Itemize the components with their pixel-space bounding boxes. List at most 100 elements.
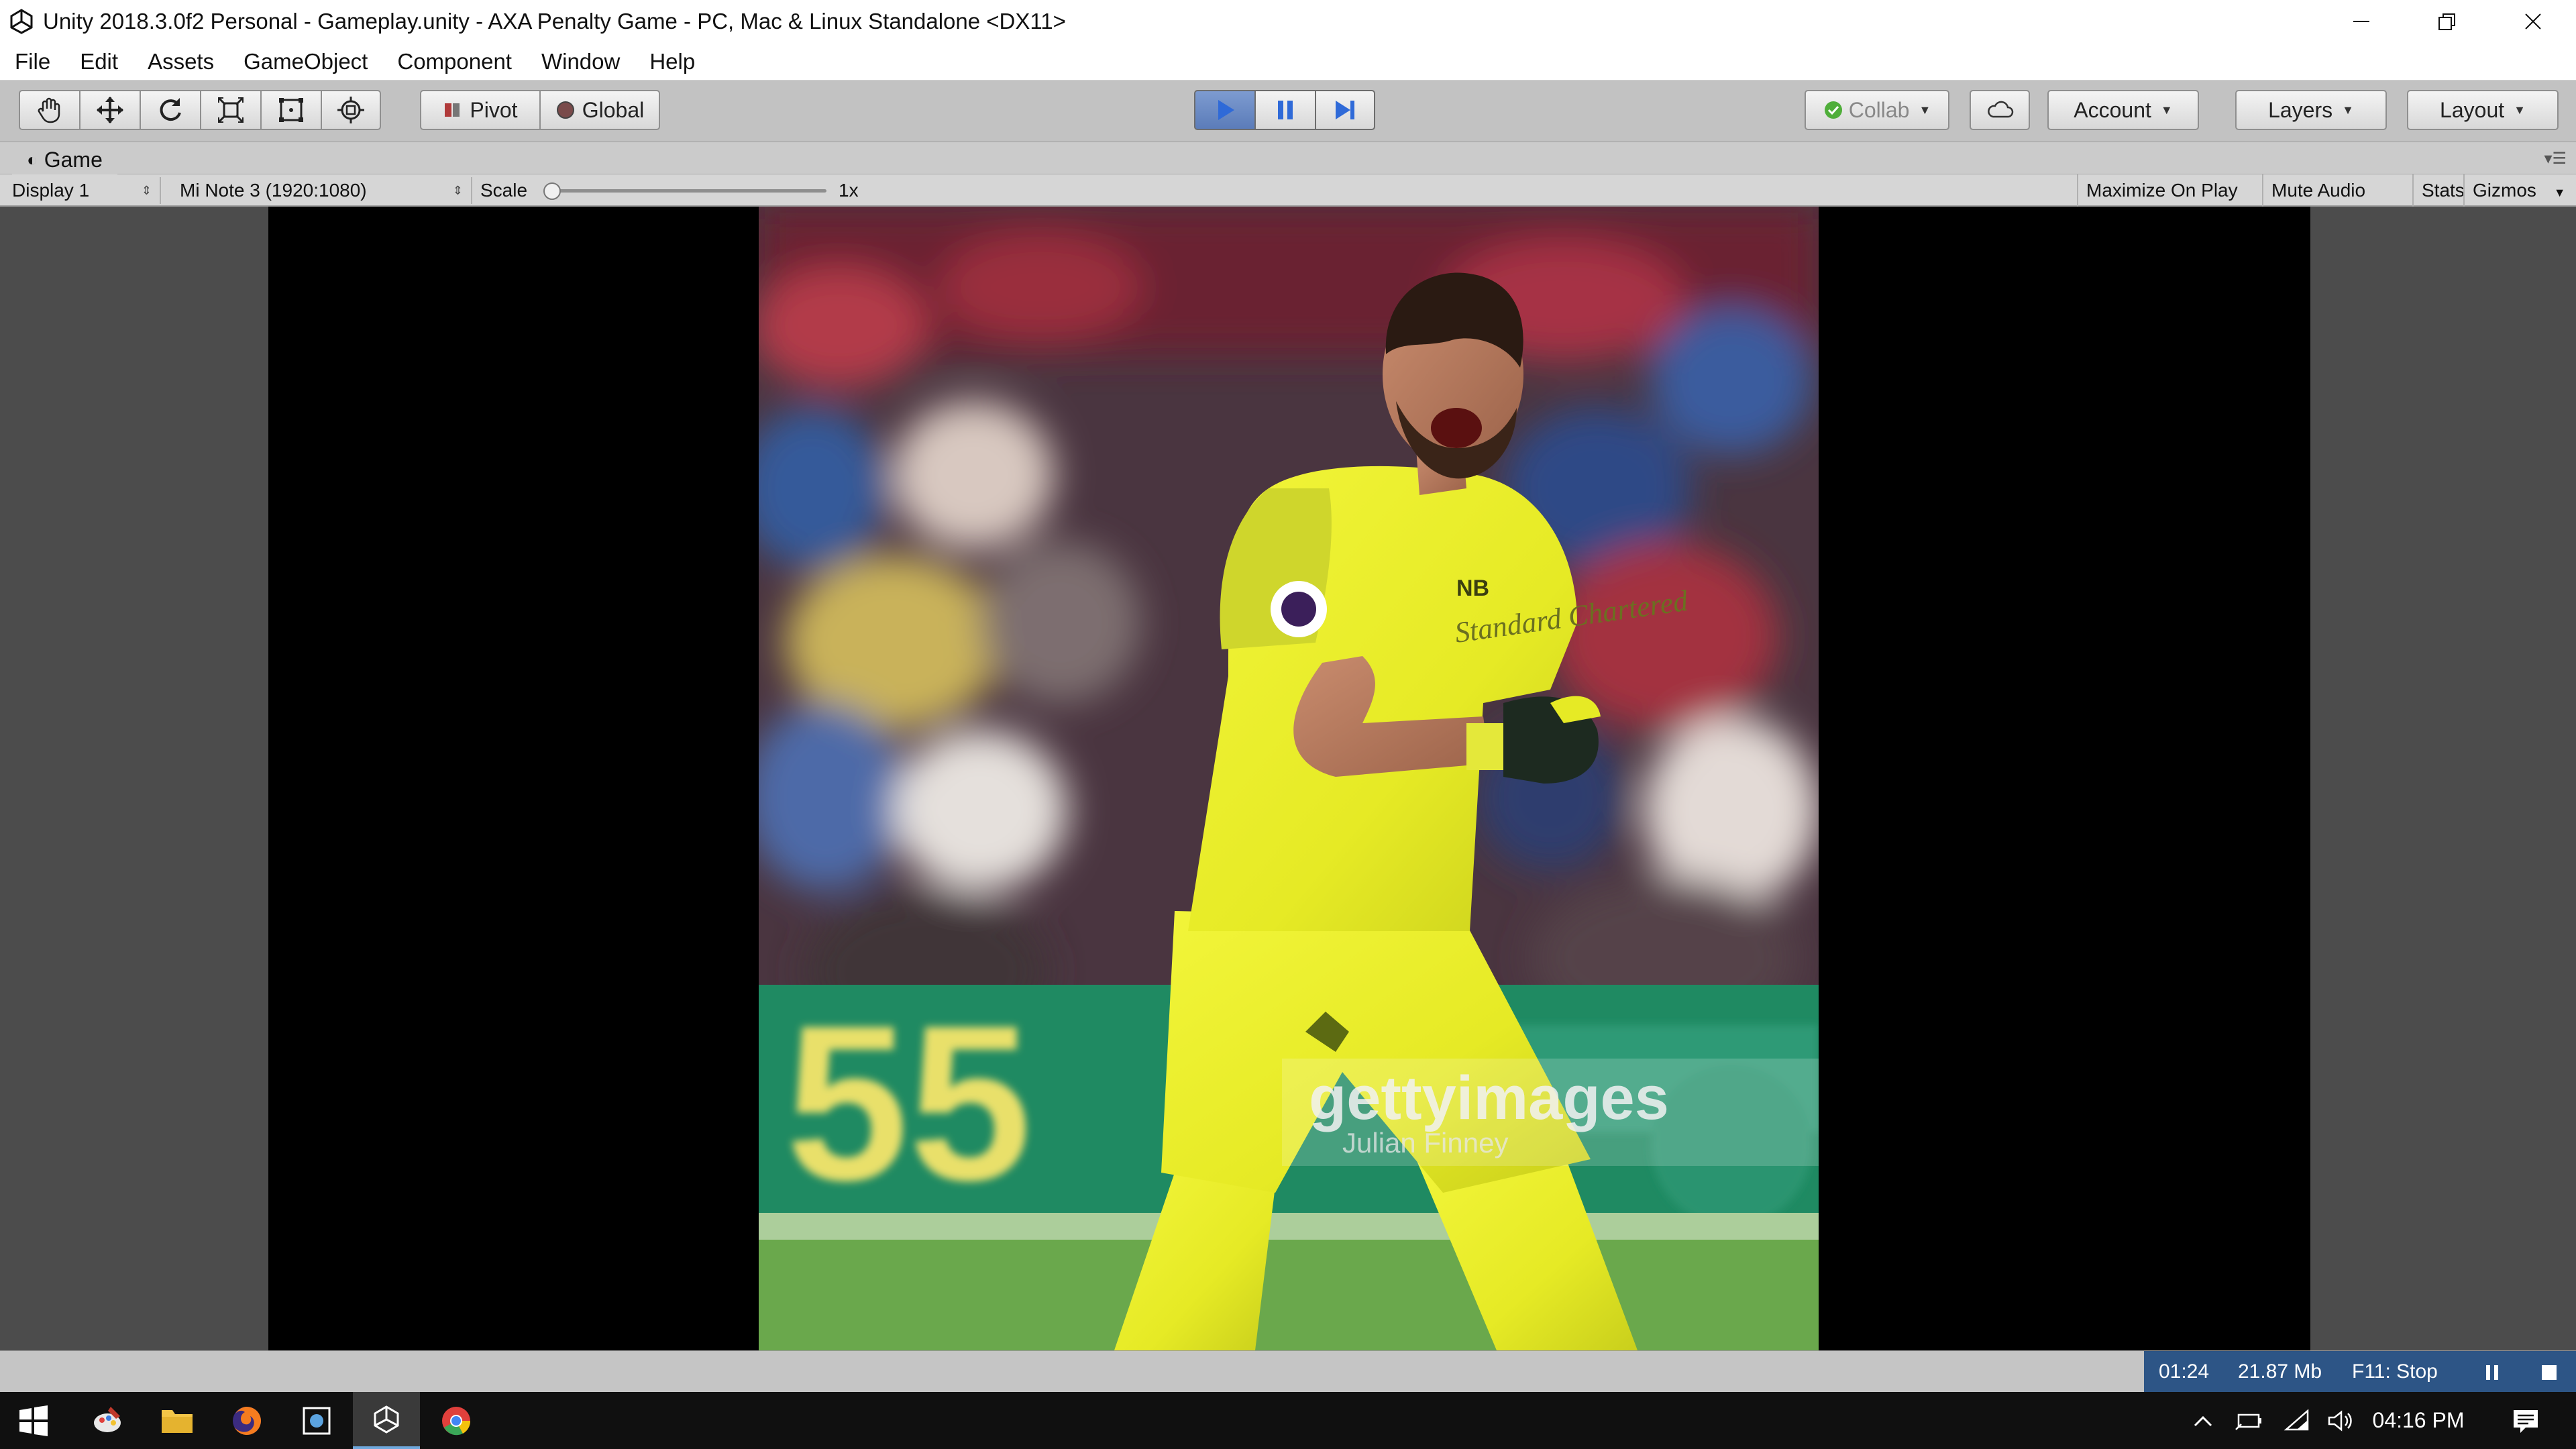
taskbar-firefox[interactable] — [213, 1392, 280, 1449]
updown-arrow-icon: ⇕ — [141, 183, 152, 197]
scale-tool-button[interactable] — [200, 90, 260, 130]
collab-dropdown[interactable]: Collab ▼ — [1805, 90, 1949, 130]
play-icon — [1218, 100, 1234, 120]
goalkeeper-photo: 55 NB Standard Chartered gettyimages Jul… — [759, 207, 1819, 1350]
panel-menu-icon[interactable]: ▾☰ — [2544, 149, 2567, 168]
chevron-down-icon: ▼ — [2342, 103, 2354, 117]
scale-value: 1x — [839, 180, 859, 201]
rotate-tool-button[interactable] — [140, 90, 200, 130]
cloud-icon — [1988, 101, 2014, 118]
menu-bar: File Edit Assets GameObject Component Wi… — [0, 43, 2576, 80]
kit-brand: NB — [1456, 576, 1489, 601]
unity-logo-icon — [0, 0, 43, 43]
stop-icon — [2542, 1365, 2557, 1381]
gizmos-dropdown[interactable]: Gizmos ▼ — [2463, 174, 2574, 207]
chevron-down-icon: ▼ — [2160, 103, 2173, 117]
taskbar-snipping-tool[interactable] — [283, 1392, 350, 1449]
cloud-button[interactable] — [1970, 90, 2030, 130]
title-bar: Unity 2018.3.0f2 Personal - Gameplay.uni… — [0, 0, 2576, 43]
menu-edit[interactable]: Edit — [65, 43, 133, 80]
transform-tool-button[interactable] — [321, 90, 381, 130]
global-toggle[interactable]: Global — [539, 90, 660, 130]
global-label: Global — [582, 97, 645, 122]
volume-icon[interactable] — [2318, 1392, 2361, 1449]
pause-button[interactable] — [1254, 90, 1315, 130]
taskbar-unity[interactable] — [353, 1392, 420, 1449]
account-dropdown[interactable]: Account ▼ — [2047, 90, 2199, 130]
taskbar-clock[interactable]: 04:16 PM — [2361, 1392, 2475, 1449]
menu-window[interactable]: Window — [527, 43, 635, 80]
play-controls — [1194, 90, 1375, 130]
unity-icon — [374, 1405, 399, 1434]
check-icon — [1824, 101, 1842, 119]
account-label: Account — [2074, 97, 2151, 122]
step-button[interactable] — [1315, 90, 1375, 130]
menu-file[interactable]: File — [0, 43, 65, 80]
scale-slider-handle[interactable] — [543, 182, 561, 200]
main-toolbar: Pivot Global Collab ▼ Account ▼ Layers ▼… — [0, 80, 2576, 142]
taskbar-file-explorer[interactable] — [144, 1392, 211, 1449]
memory-usage: 21.87 Mb — [2223, 1351, 2337, 1393]
taskbar-paint-app[interactable] — [74, 1392, 141, 1449]
restore-icon — [2438, 13, 2455, 30]
resolution-select[interactable]: Mi Note 3 (1920:1080) ⇕ — [168, 177, 472, 204]
step-icon — [1336, 101, 1354, 119]
hand-icon — [38, 97, 60, 123]
move-tool-button[interactable] — [79, 90, 140, 130]
battery-icon[interactable] — [2226, 1392, 2273, 1449]
taskbar-chrome[interactable] — [423, 1392, 490, 1449]
layout-dropdown[interactable]: Layout ▼ — [2407, 90, 2559, 130]
layers-dropdown[interactable]: Layers ▼ — [2235, 90, 2387, 130]
chevron-down-icon: ▼ — [2553, 186, 2566, 199]
photo-graphic: 55 NB Standard Chartered gettyimages Jul… — [759, 207, 1819, 1350]
window-title: Unity 2018.3.0f2 Personal - Gameplay.uni… — [43, 9, 1066, 34]
updown-arrow-icon: ⇕ — [452, 183, 463, 197]
rect-tool-button[interactable] — [260, 90, 321, 130]
hand-tool-button[interactable] — [19, 90, 79, 130]
chevron-down-icon: ▼ — [2514, 103, 2526, 117]
scale-slider-track[interactable] — [550, 189, 826, 193]
gizmos-label: Gizmos — [2473, 180, 2536, 201]
menu-help[interactable]: Help — [635, 43, 710, 80]
close-icon — [2525, 13, 2541, 30]
chevron-down-icon: ▼ — [1919, 103, 1931, 117]
taskbar: 04:16 PM — [0, 1392, 2576, 1449]
menu-assets[interactable]: Assets — [133, 43, 229, 80]
notification-icon — [2514, 1409, 2538, 1433]
maximize-on-play-toggle[interactable]: Maximize On Play — [2077, 174, 2246, 207]
mute-audio-toggle[interactable]: Mute Audio — [2262, 174, 2373, 207]
collab-label: Collab — [1848, 97, 1910, 122]
photo-credit: Julian Finney — [1342, 1127, 1508, 1159]
pivot-toggle[interactable]: Pivot — [420, 90, 541, 130]
play-button[interactable] — [1194, 90, 1254, 130]
menu-gameobject[interactable]: GameObject — [229, 43, 382, 80]
stop-hint: F11: Stop — [2337, 1351, 2462, 1393]
menu-component[interactable]: Component — [382, 43, 527, 80]
game-view[interactable]: 55 NB Standard Chartered gettyimages Jul… — [0, 207, 2576, 1350]
display-select[interactable]: Display 1 ⇕ — [0, 177, 161, 204]
chrome-icon — [442, 1406, 471, 1435]
transform-icon — [337, 97, 364, 123]
status-stop-button[interactable] — [2522, 1351, 2576, 1393]
scale-icon — [217, 97, 244, 123]
status-pause-button[interactable] — [2462, 1351, 2522, 1393]
windows-icon — [19, 1405, 48, 1436]
restore-button[interactable] — [2404, 0, 2490, 43]
rect-icon — [279, 98, 303, 122]
notification-button[interactable] — [2489, 1392, 2563, 1449]
transform-tools — [19, 90, 381, 130]
display-value: Display 1 — [12, 180, 90, 201]
status-bar: 01:24 21.87 Mb F11: Stop — [0, 1350, 2576, 1393]
tab-game[interactable]: ◐ Game — [12, 145, 117, 174]
wifi-icon[interactable] — [2275, 1392, 2318, 1449]
pivot-label: Pivot — [470, 97, 518, 122]
screen-icon — [303, 1407, 331, 1434]
rotate-icon — [160, 98, 181, 121]
minimize-button[interactable] — [2318, 0, 2404, 43]
layout-label: Layout — [2440, 97, 2505, 122]
close-button[interactable] — [2490, 0, 2576, 43]
tray-overflow-icon[interactable] — [2184, 1392, 2222, 1449]
move-icon — [97, 97, 123, 123]
start-button[interactable] — [0, 1392, 67, 1449]
scale-label: Scale — [480, 180, 528, 201]
